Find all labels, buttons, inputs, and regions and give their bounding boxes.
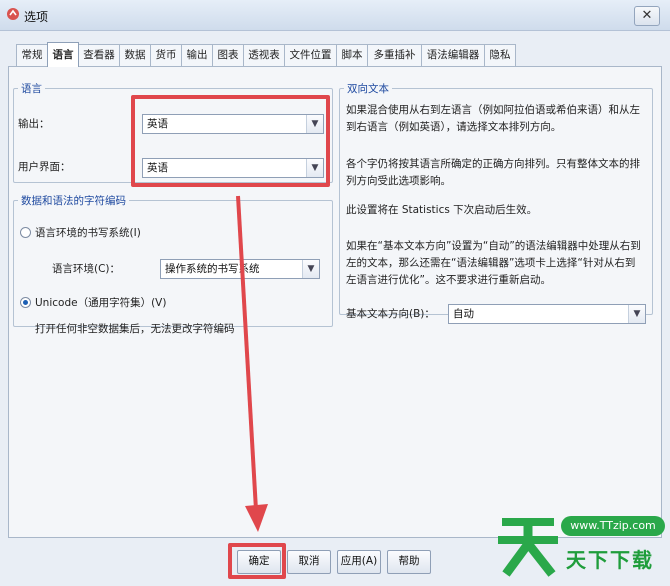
locale-option-label[interactable]: 语言环境的书写系统(I) [35,225,141,240]
text-direction-select[interactable]: 自动 ▼ [448,304,646,324]
language-group-legend: 语言 [21,83,42,95]
ok-highlight-box [228,543,286,579]
watermark-url: www.TTzip.com [561,516,665,536]
unicode-radio[interactable] [20,297,31,308]
locale-select-value: 操作系统的书写系统 [165,263,260,275]
unicode-option-label[interactable]: Unicode（通用字符集）(V) [35,295,166,310]
watermark-logo-icon [498,518,558,577]
tab-syntax-editor[interactable]: 语法编辑器 [421,44,485,66]
tab-general[interactable]: 常规 [16,44,48,66]
encoding-note: 打开任何非空数据集后，无法更改字符编码 [35,323,235,335]
locale-field-label: 语言环境(C)： [52,263,121,275]
tab-language[interactable]: 语言 [47,42,79,67]
help-button[interactable]: 帮助 [387,550,431,574]
tab-privacy[interactable]: 隐私 [484,44,516,66]
tab-multiple-imputation[interactable]: 多重插补 [367,44,422,66]
text-direction-value: 自动 [453,308,474,320]
chevron-down-icon: ▼ [628,305,645,323]
ui-language-label: 用户界面： [18,161,71,173]
output-language-label: 输出： [18,118,50,130]
tab-currency[interactable]: 货币 [150,44,182,66]
dialog-body: 常规 语言 查看器 数据 货币 输出 图表 透视表 文件位置 脚本 多重插补 语… [0,31,670,586]
tab-scripts[interactable]: 脚本 [336,44,368,66]
tab-pivot-tables[interactable]: 透视表 [243,44,285,66]
close-button[interactable]: ✕ [634,6,660,26]
watermark-text: 天下下载 [566,548,654,572]
tab-viewer[interactable]: 查看器 [78,44,120,66]
encoding-group: 数据和语法的字符编码 语言环境的书写系统(I) 语言环境(C)： 操作系统的书写… [13,193,333,335]
bidi-group-legend: 双向文本 [347,83,389,95]
apply-button[interactable]: 应用(A) [337,550,381,574]
locale-select[interactable]: 操作系统的书写系统 ▼ [160,259,320,279]
tab-output[interactable]: 输出 [181,44,213,66]
chevron-down-icon: ▼ [302,260,319,278]
bidi-text-group: 双向文本 如果混合使用从右到左语言（例如阿拉伯语或希伯来语）和从左到右语言（例如… [339,81,653,324]
bidi-paragraph-1: 如果混合使用从右到左语言（例如阿拉伯语或希伯来语）和从左到右语言（例如英语），请… [346,104,640,133]
title-bar: 选项 ✕ [0,0,670,31]
window-title: 选项 [24,10,49,24]
bidi-paragraph-3: 此设置将在 Statistics 下次启动后生效。 [346,204,538,216]
tab-data[interactable]: 数据 [119,44,151,66]
app-icon [7,8,19,20]
bidi-paragraph-2: 各个字仍将按其语言所确定的正确方向排列。只有整体文本的排列方向受此选项影响。 [346,158,640,187]
tab-charts[interactable]: 图表 [212,44,244,66]
tab-panel-language: 语言 输出： 英语 ▼ 用户界面： 英语 ▼ 数据和语法的字符编码 语言环境的书… [8,66,662,538]
language-highlight-box [131,95,330,187]
text-direction-label: 基本文本方向(B)： [346,308,435,320]
tab-file-locations[interactable]: 文件位置 [284,44,337,66]
bidi-paragraph-4: 如果在“基本文本方向”设置为“自动”的语法编辑器中处理从右到左的文本，那么还需在… [346,240,641,286]
encoding-group-legend: 数据和语法的字符编码 [21,195,126,207]
locale-radio[interactable] [20,227,31,238]
cancel-button[interactable]: 取消 [287,550,331,574]
